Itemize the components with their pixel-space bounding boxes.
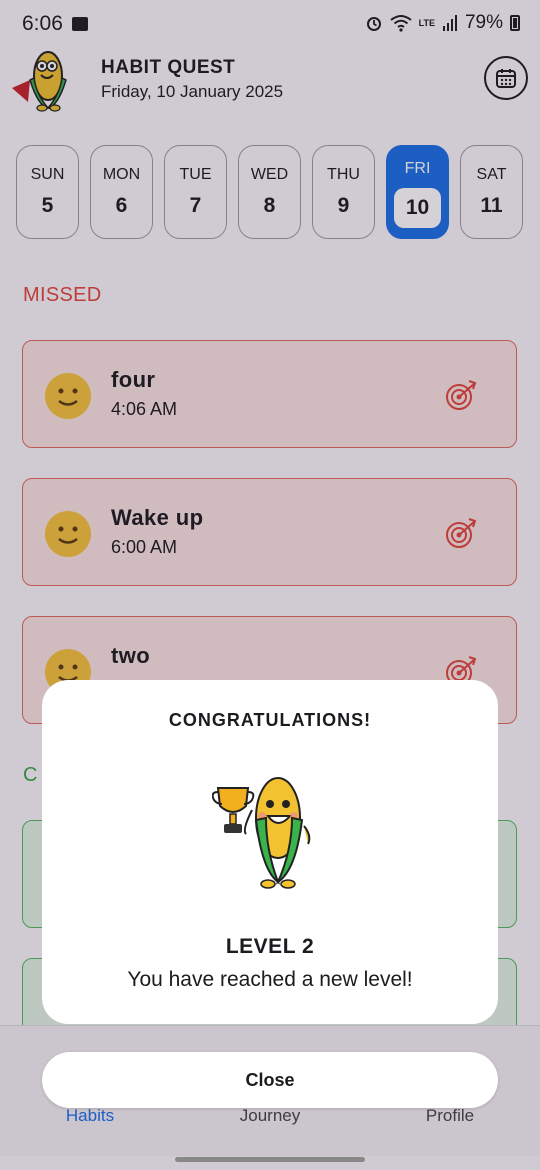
trophy-mascot-image [212, 777, 311, 889]
app-screen: 6:06 LTE 79% HABIT QUEST Friday, 10 Janu… [0, 0, 540, 1170]
close-button[interactable]: Close [42, 1052, 498, 1108]
dialog-title: CONGRATULATIONS! [168, 710, 372, 730]
level-up-dialog: CONGRATULATIONS! LEVEL 2 You have reache… [42, 680, 498, 1024]
level-message: You have reached a new level! [127, 968, 413, 991]
home-indicator[interactable] [175, 1157, 365, 1162]
level-label: LEVEL 2 [225, 935, 315, 958]
